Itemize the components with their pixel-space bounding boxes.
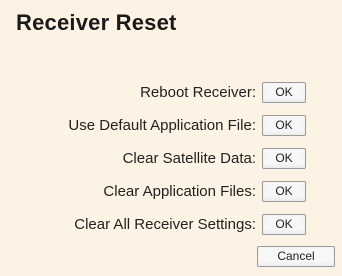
reboot-receiver-ok-button[interactable]: OK — [262, 82, 306, 103]
action-label-clear-satellite-data: Clear Satellite Data: — [122, 150, 256, 167]
receiver-reset-panel: Receiver Reset Reboot Receiver: OK Use D… — [0, 0, 342, 276]
use-default-application-file-ok-button[interactable]: OK — [262, 115, 306, 136]
page-title: Receiver Reset — [16, 10, 177, 35]
action-row-clear-satellite-data: Clear Satellite Data: OK — [0, 146, 342, 172]
clear-all-receiver-settings-ok-button[interactable]: OK — [262, 214, 306, 235]
action-row-clear-all-receiver-settings: Clear All Receiver Settings: OK — [0, 212, 342, 238]
clear-satellite-data-ok-button[interactable]: OK — [262, 148, 306, 169]
action-row-clear-application-files: Clear Application Files: OK — [0, 179, 342, 205]
action-label-use-default-application-file: Use Default Application File: — [68, 117, 256, 134]
action-row-reboot-receiver: Reboot Receiver: OK — [0, 80, 342, 106]
clear-application-files-ok-button[interactable]: OK — [262, 181, 306, 202]
action-label-reboot-receiver: Reboot Receiver: — [140, 84, 256, 101]
action-label-clear-application-files: Clear Application Files: — [103, 183, 256, 200]
cancel-button[interactable]: Cancel — [257, 246, 335, 267]
action-label-clear-all-receiver-settings: Clear All Receiver Settings: — [74, 216, 256, 233]
action-row-use-default-application-file: Use Default Application File: OK — [0, 113, 342, 139]
